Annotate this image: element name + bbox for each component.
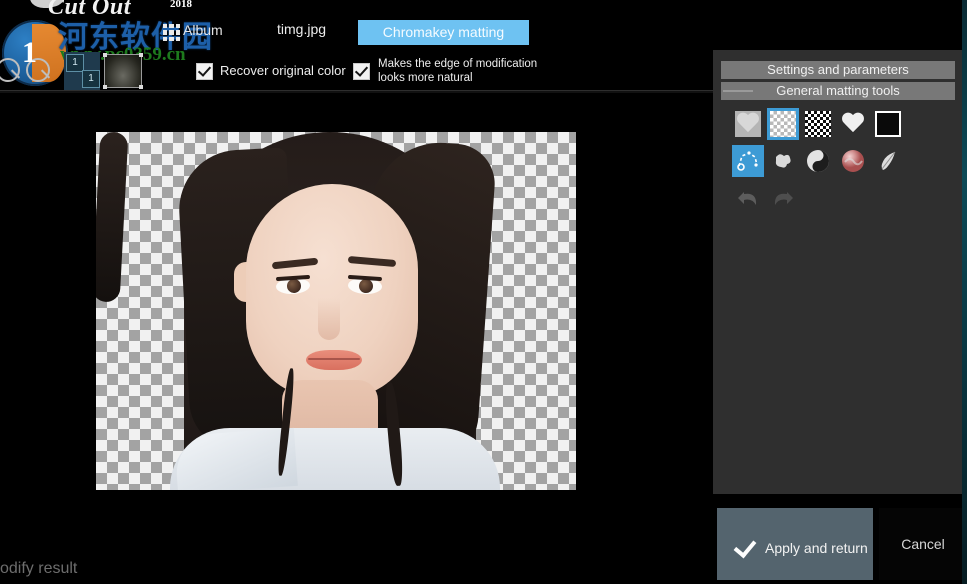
dark-checkerboard-icon[interactable] xyxy=(802,108,834,140)
modify-result-label: odify result xyxy=(0,560,77,578)
image-canvas[interactable] xyxy=(96,132,576,490)
magnifier-plus-icon[interactable] xyxy=(0,56,24,86)
gray-heart-icon[interactable] xyxy=(732,108,764,140)
chromakey-matting-button[interactable]: Chromakey matting xyxy=(358,20,529,45)
canvas-stage xyxy=(0,93,713,543)
tab-general-matting-tools[interactable]: General matting tools xyxy=(721,82,955,100)
panel-header-background xyxy=(713,0,967,50)
portrait-cutout-image xyxy=(96,132,576,490)
apply-and-return-button[interactable]: Apply and return xyxy=(717,508,873,580)
polygon-lasso-icon[interactable] xyxy=(732,145,764,177)
smudge-blob-icon[interactable] xyxy=(767,145,799,177)
thumbnail-index-b[interactable]: 1 xyxy=(82,70,100,88)
watermark-digit: 1 xyxy=(22,36,44,70)
redo-icon[interactable] xyxy=(767,182,799,214)
logo-year: 2018 xyxy=(170,0,192,10)
black-square-icon[interactable] xyxy=(872,108,904,140)
yin-yang-icon[interactable] xyxy=(802,145,834,177)
feather-icon[interactable] xyxy=(872,145,904,177)
natural-edge-checkbox[interactable] xyxy=(353,63,370,80)
grid-icon[interactable] xyxy=(163,24,180,41)
checkmark-icon xyxy=(734,535,757,559)
light-checkerboard-icon[interactable] xyxy=(767,108,799,140)
tab-settings-and-parameters[interactable]: Settings and parameters xyxy=(721,61,955,79)
recover-original-color-checkbox[interactable] xyxy=(196,63,213,80)
right-panel: Settings and parameters General matting … xyxy=(713,50,963,494)
recover-original-color-label[interactable]: Recover original color xyxy=(220,63,346,78)
red-sphere-icon[interactable] xyxy=(837,145,869,177)
thumbnail-preview[interactable] xyxy=(104,54,142,88)
tab-accent-bar xyxy=(723,90,753,92)
file-name-label: timg.jpg xyxy=(277,21,326,37)
album-label[interactable]: Album xyxy=(183,22,223,38)
natural-edge-label[interactable]: Makes the edge of modification looks mor… xyxy=(378,57,548,85)
undo-icon[interactable] xyxy=(732,182,764,214)
window-right-edge xyxy=(962,0,967,584)
white-heart-icon[interactable] xyxy=(837,108,869,140)
cancel-button[interactable]: Cancel xyxy=(879,508,967,580)
apply-and-return-label: Apply and return xyxy=(765,540,868,556)
